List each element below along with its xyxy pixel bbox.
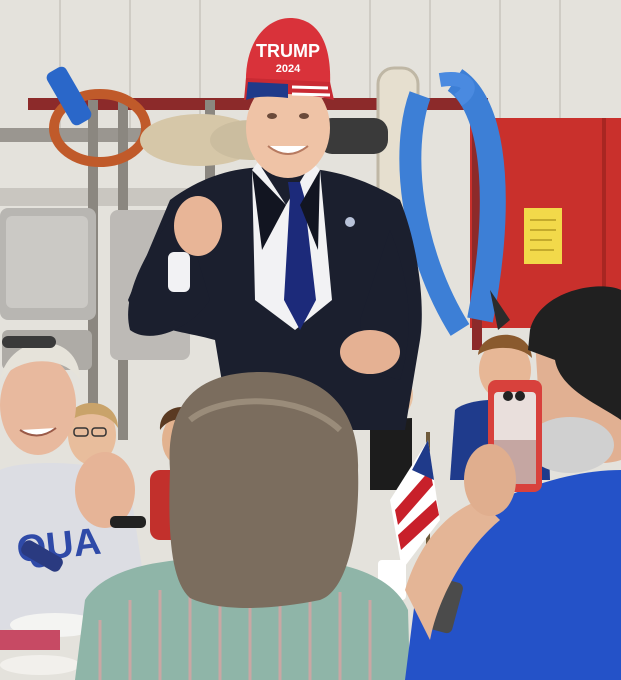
shirt-cuff — [168, 252, 190, 292]
raised-hand — [174, 196, 222, 256]
lapel-pin — [345, 217, 355, 227]
folded-hands — [340, 330, 400, 374]
cap-text-year: 2024 — [276, 63, 301, 75]
photo-scene: TRUMP 2024 QUA — [0, 0, 621, 680]
cap-text-trump: TRUMP — [256, 41, 320, 61]
yellow-notice-sign — [524, 208, 562, 264]
photo-canvas: TRUMP 2024 QUA — [0, 0, 621, 680]
phone-hand — [464, 444, 516, 516]
woman-back-hair — [169, 372, 359, 608]
woman-left-face — [0, 355, 76, 455]
